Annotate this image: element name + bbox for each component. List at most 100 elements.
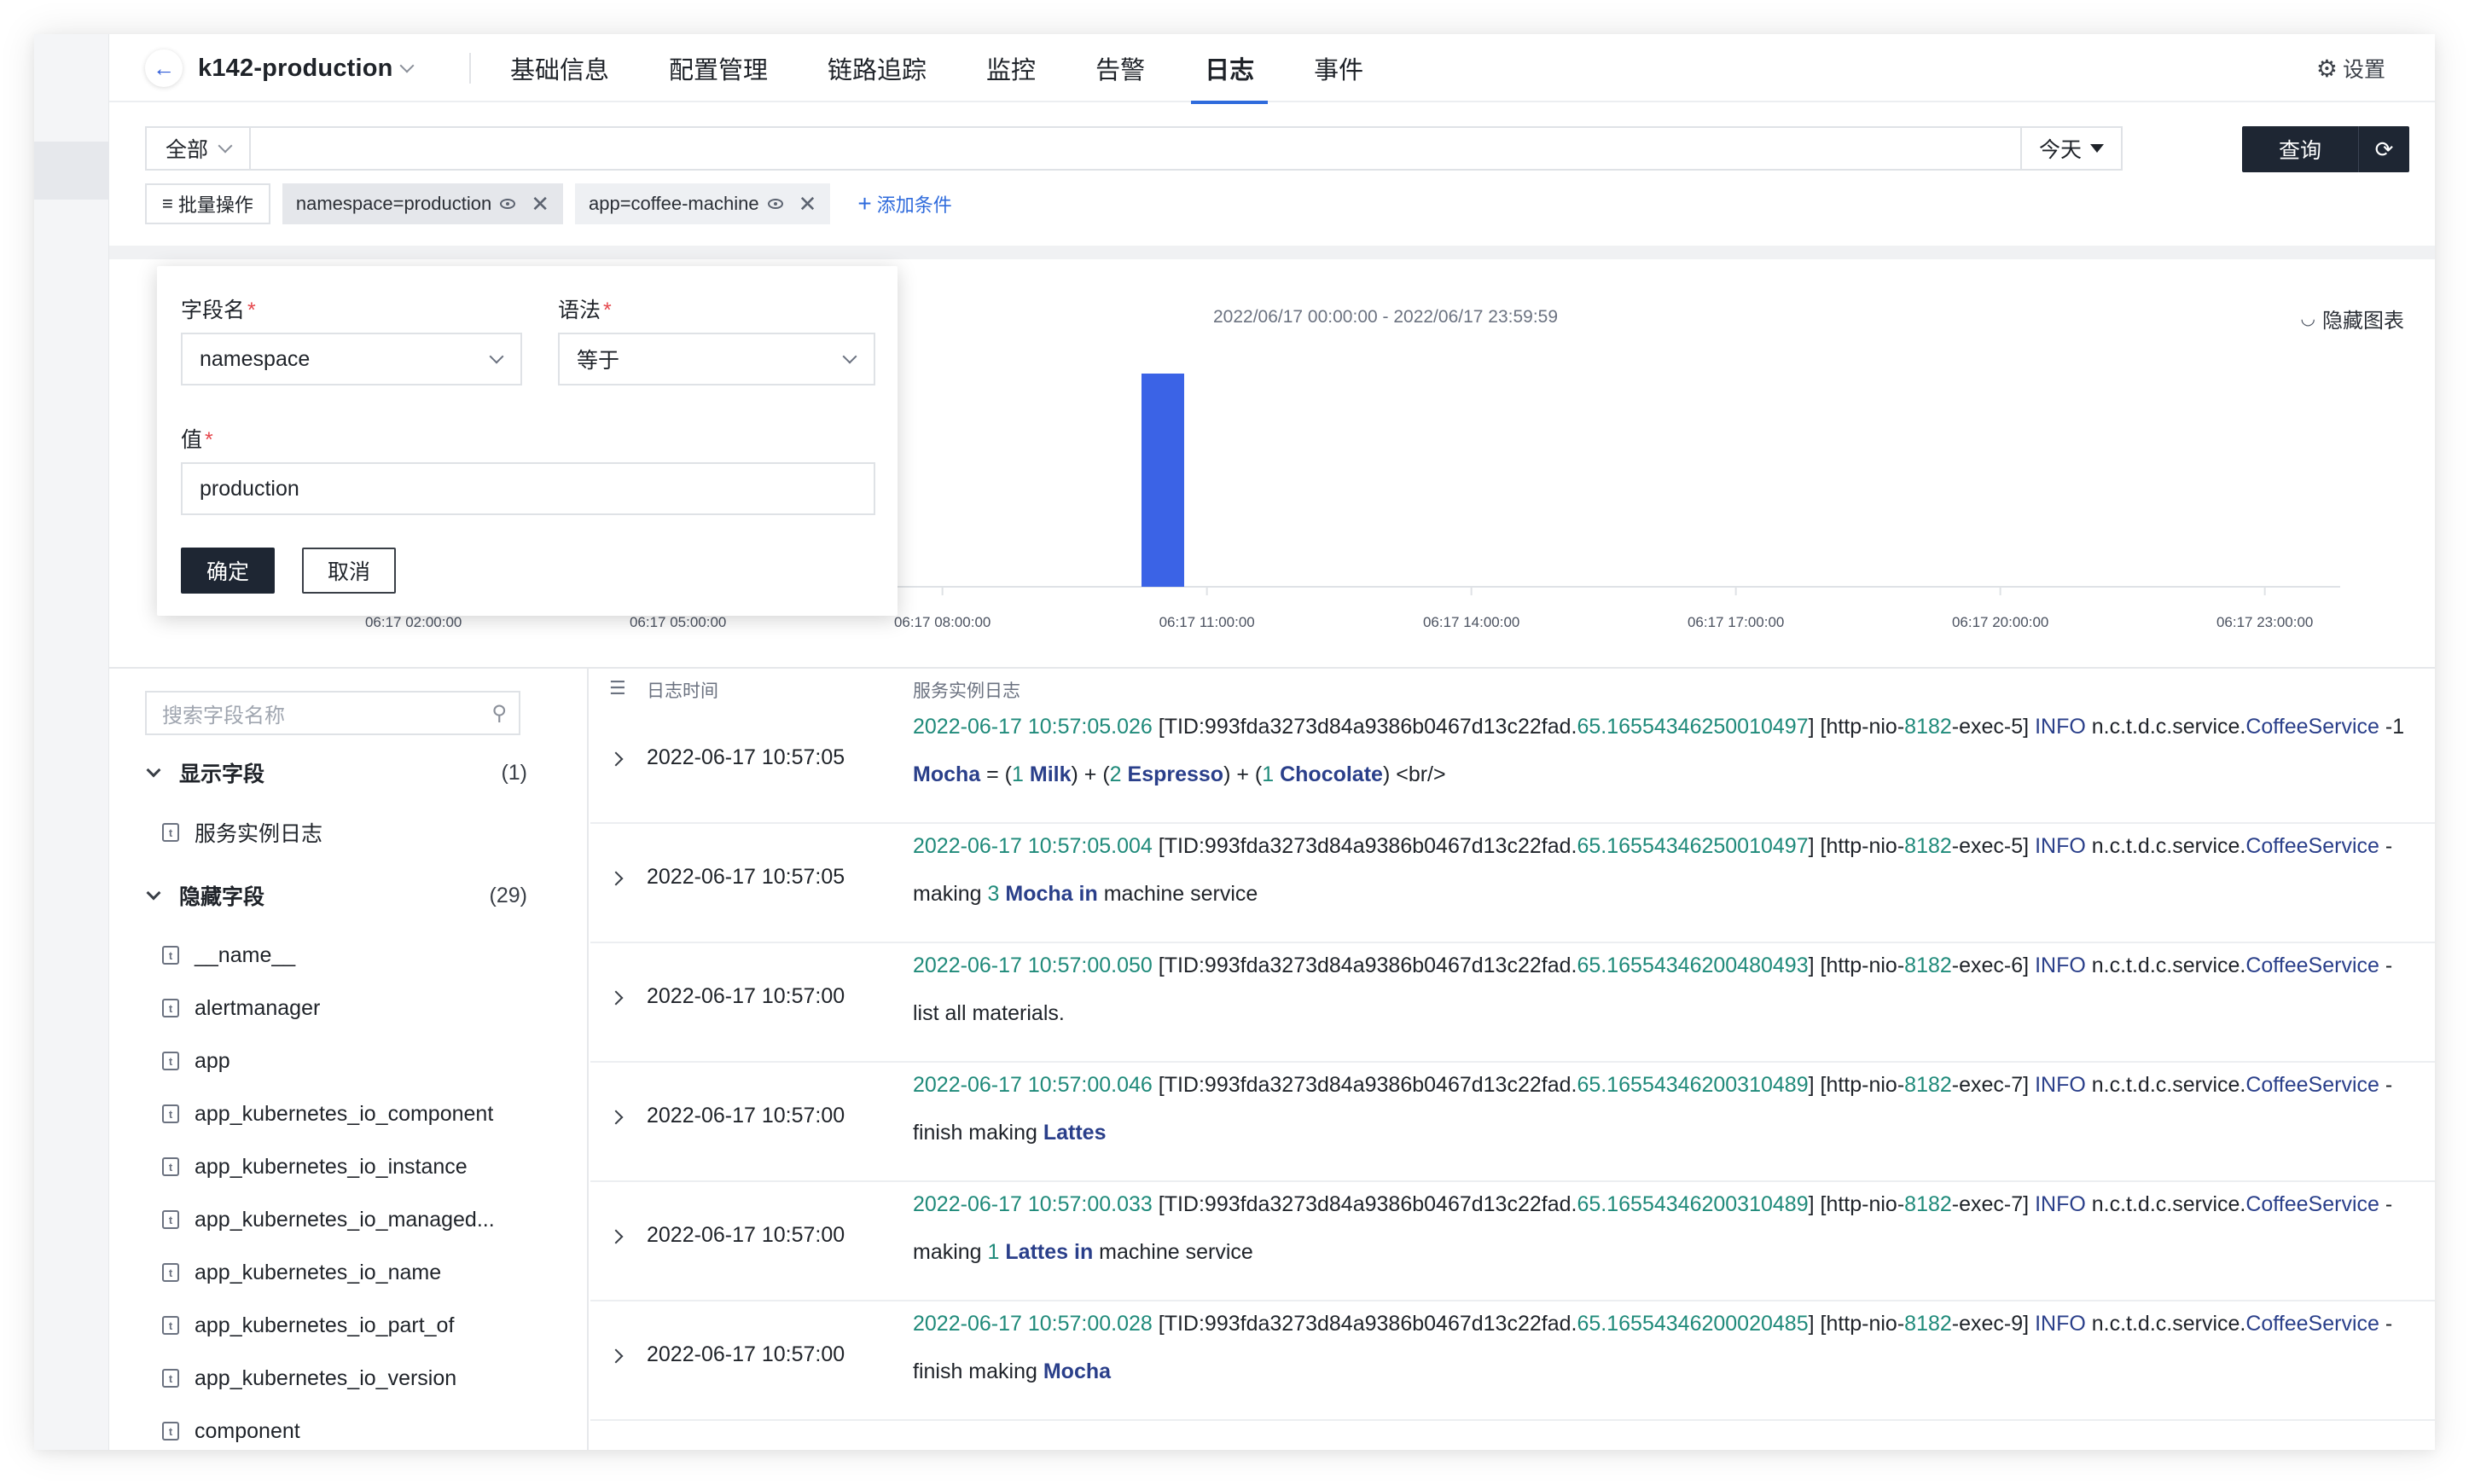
field-item[interactable]: t 服务实例日志 [162,815,322,849]
hide-chart-button[interactable]: ◡ 隐藏图表 [2301,304,2404,333]
log-text: ] [http-nio- [1808,1312,1905,1336]
log-row[interactable]: 2022-06-17 10:57:05 2022-06-17 10:57:05.0… [590,704,2435,824]
log-line-2: finish making Lattes [913,1121,1107,1145]
tab-basic-info[interactable]: 基础信息 [510,34,609,102]
log-text: n.c.t.d.c.service. [2085,1073,2246,1097]
batch-operation-button[interactable]: ≡ 批量操作 [145,183,270,224]
search-query-input[interactable] [253,128,2019,169]
log-message-part: machine service [1093,1240,1253,1264]
settings-label: 设置 [2342,58,2385,82]
log-message-part: making [913,1240,988,1264]
x-tick-label: 06:17 17:00:00 [1688,614,1784,630]
tab-config[interactable]: 配置管理 [669,34,768,102]
log-line-2: making 1 Lattes in machine service [913,1240,1253,1265]
cancel-button[interactable]: 取消 [302,548,396,594]
field-item[interactable]: t component [162,1414,300,1448]
add-condition-button[interactable]: + 添加条件 [857,190,951,217]
back-button[interactable]: ← [145,49,183,87]
log-line-2: making 3 Mocha in machine service [913,882,1258,907]
field-item[interactable]: t app_kubernetes_io_part_of [162,1308,454,1342]
settings-button[interactable]: ⚙ 设置 [2316,53,2385,84]
field-item[interactable]: t app_kubernetes_io_name [162,1255,441,1290]
query-button[interactable]: 查询 [2242,126,2358,172]
log-text: n.c.t.d.c.service. [2085,834,2246,858]
eye-closed-icon: ◡ [2300,310,2315,328]
add-condition-label: 添加条件 [876,194,952,216]
cluster-selector[interactable]: k142-production [198,49,415,87]
field-item[interactable]: t app_kubernetes_io_version [162,1361,456,1395]
required-mark: * [603,299,612,322]
column-settings-icon[interactable]: ☰ [609,677,626,699]
sidebar-selected-item[interactable] [34,142,109,200]
chevron-right-icon[interactable] [608,871,624,886]
filter-chip-namespace[interactable]: namespace=production ✕ [282,183,563,224]
group-label: 显示字段 [179,762,265,786]
log-row[interactable]: 2022-06-17 10:57:00 2022-06-17 10:57:00.0… [590,943,2435,1063]
hidden-fields-group[interactable]: 隐藏字段 (29) [143,878,527,913]
log-row[interactable]: 2022-06-17 10:57:05 2022-06-17 10:57:05.0… [590,824,2435,943]
log-message-part: in [1078,882,1098,906]
field-name-select[interactable]: namespace [181,333,522,385]
eye-icon[interactable] [500,199,516,209]
field-search-input[interactable]: 搜索字段名称 ⚲ [145,691,520,735]
field-item[interactable]: t app_kubernetes_io_component [162,1097,493,1131]
group-label: 隐藏字段 [179,885,265,909]
chevron-right-icon[interactable] [608,1110,624,1125]
eye-icon[interactable] [767,199,783,209]
field-item[interactable]: t app [162,1044,230,1078]
log-message-part: Mocha [913,762,981,786]
syntax-select[interactable]: 等于 [558,333,875,385]
log-row[interactable]: 2022-06-17 10:57:00 2022-06-17 10:57:00.0… [590,1063,2435,1182]
text-field-icon: t [162,1369,179,1388]
log-message-part [1068,1240,1074,1264]
log-row[interactable]: 2022-06-17 10:57:00 2022-06-17 10:57:00.0… [590,1182,2435,1301]
group-count: (29) [489,883,527,907]
time-range-select[interactable]: 今天 [2020,128,2121,169]
field-item[interactable]: t alertmanager [162,991,320,1025]
log-text: ] [http-nio- [1808,1192,1905,1216]
field-label: 服务实例日志 [195,822,323,846]
scope-select[interactable]: 全部 [147,128,251,169]
log-span-id: 65.16554346200310489 [1577,1192,1809,1216]
log-text: - [2379,1192,2393,1216]
chevron-right-icon[interactable] [608,990,624,1006]
log-message-part [1122,762,1128,786]
log-message-part: 1 [987,1240,1000,1264]
refresh-button[interactable]: ⟳ [2358,126,2409,172]
tab-logs[interactable]: 日志 [1191,34,1269,104]
chevron-right-icon[interactable] [608,1229,624,1244]
log-row[interactable]: 2022-06-17 10:57:00 2022-06-17 10:57:00.0… [590,1301,2435,1421]
field-label: app_kubernetes_io_managed... [195,1207,495,1232]
logs-panel: ☰ 日志时间 服务实例日志 2022-06-17 10:57:05 2022-06… [590,669,2435,1450]
app-window: ← k142-production 基础信息 配置管理 链路追踪 监控 告警 日… [34,34,2435,1450]
close-icon[interactable]: ✕ [531,191,549,217]
arrow-left-icon: ← [153,55,175,81]
tab-events[interactable]: 事件 [1314,34,1363,102]
chevron-right-icon[interactable] [608,1348,624,1364]
field-item[interactable]: t __name__ [162,938,295,972]
filter-chip-app[interactable]: app=coffee-machine ✕ [574,183,831,224]
log-message-part: Lattes [1043,1121,1107,1145]
x-tick-label: 06:17 23:00:00 [2216,614,2313,630]
close-icon[interactable]: ✕ [799,191,817,217]
log-line-2: list all materials. [913,1001,1065,1026]
confirm-button[interactable]: 确定 [181,548,275,594]
log-time: 2022-06-17 10:57:00 [647,1104,845,1127]
log-message-part: in [1074,1240,1094,1264]
field-item[interactable]: t app_kubernetes_io_instance [162,1150,468,1184]
log-trace-id: 993fda3273d84a9386b0467d13c22fad. [1204,715,1577,739]
log-line-1: 2022-06-17 10:57:00.033 [TID:993fda3273d… [913,1192,2392,1217]
field-item[interactable]: t app_kubernetes_io_managed... [162,1203,495,1237]
value-input[interactable]: production [181,462,875,515]
chevron-right-icon[interactable] [608,751,624,767]
tab-alerts[interactable]: 告警 [1095,34,1145,102]
field-label: app_kubernetes_io_version [195,1365,457,1390]
log-trace-id: 993fda3273d84a9386b0467d13c22fad. [1204,1073,1577,1097]
shown-fields-group[interactable]: 显示字段 (1) [143,756,527,790]
log-message-part: making [913,882,988,906]
tab-tracing[interactable]: 链路追踪 [828,34,927,102]
tab-monitoring[interactable]: 监控 [986,34,1036,102]
histogram-bar[interactable] [1142,374,1184,587]
field-name-value: namespace [200,346,311,371]
plus-icon: + [857,190,872,217]
